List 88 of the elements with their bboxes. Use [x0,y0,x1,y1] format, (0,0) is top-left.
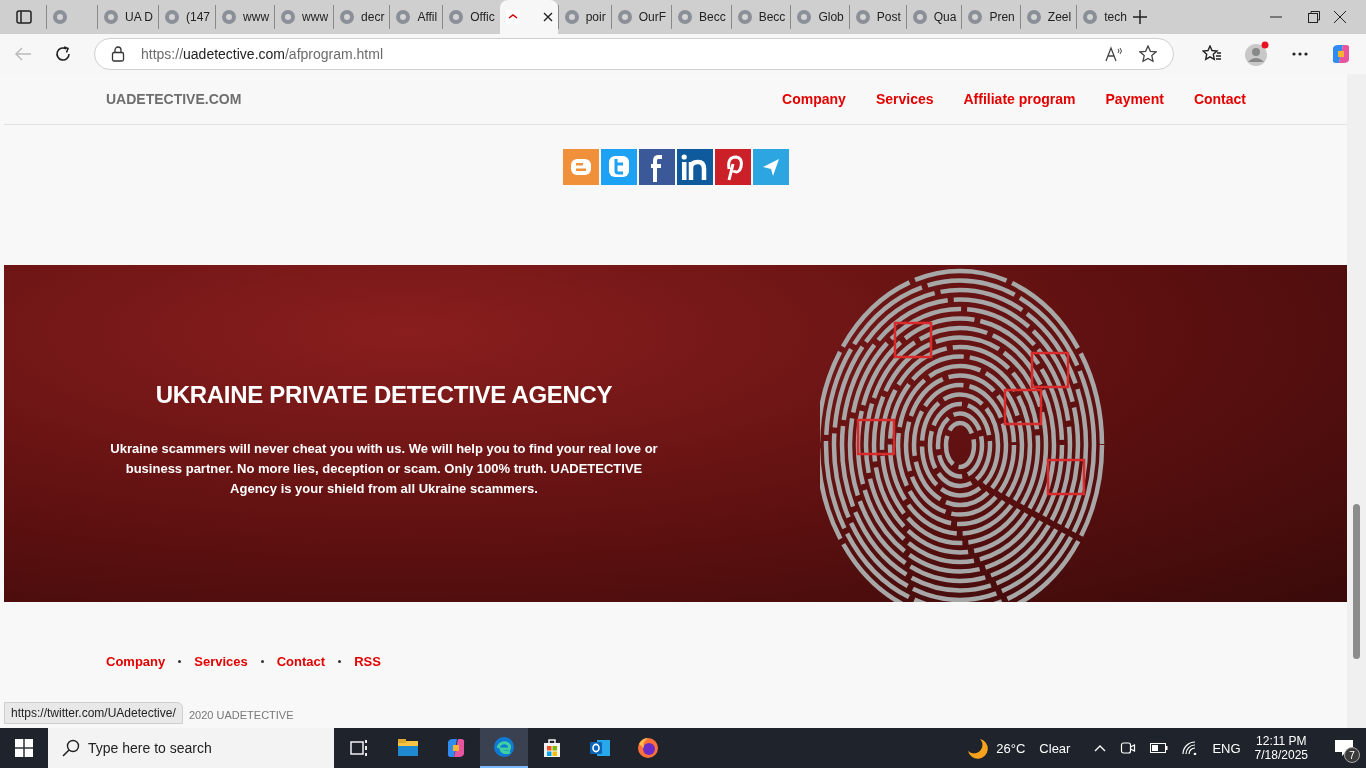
browser-tab[interactable]: Becc [671,5,731,29]
browser-tab[interactable]: Zeel [1019,5,1077,29]
temperature-text[interactable]: 26°C [996,740,1026,756]
nav-link[interactable]: Contact [1193,91,1246,107]
favicon-icon [339,9,356,25]
windows-start-icon[interactable] [15,739,33,757]
read-aloud-icon[interactable] [1105,46,1123,62]
hero-text: Ukraine scammers will never cheat you with us. We will help you to find your real love or business partner. No more lies, deception or scam. Only 100% truth. UADETECTIVE Agency is your shield from all Ukraine scammers. [109,440,659,498]
task-view-icon[interactable] [350,739,370,757]
battery-icon[interactable] [1150,742,1169,754]
browser-tab[interactable]: Glob [790,5,849,29]
favicon-icon [448,9,465,25]
favicon-icon [1082,9,1099,25]
status-url-tooltip: https://twitter.com/UAdetective/ [4,702,183,724]
search-icon [62,739,80,757]
more-icon[interactable] [1292,52,1308,56]
browser-tab[interactable]: Pren [961,5,1020,29]
lock-icon [111,46,125,62]
nav-link[interactable]: Payment [1105,91,1164,107]
browser-tab[interactable]: www [215,5,275,29]
favicon-icon [854,9,871,25]
nav-link[interactable]: Affiliate program [963,91,1076,107]
clock-time[interactable]: 12:11 PM [1256,734,1307,748]
favicon-icon [911,9,928,25]
favicon-icon [164,9,180,25]
browser-tab[interactable]: OurF [610,5,671,29]
facebook-icon[interactable] [638,149,675,185]
favicon-icon [677,9,693,25]
language-indicator[interactable]: ENG [1212,740,1241,756]
browser-tab[interactable]: tech [1076,5,1132,29]
new-tab-icon[interactable] [1131,9,1148,25]
favicon-icon [967,9,984,25]
taskbar-search-field[interactable]: Type here to search [48,728,334,768]
browser-tab[interactable]: www [274,5,334,29]
browser-tab[interactable]: Becc [730,5,791,29]
hero-title: UKRAINE PRIVATE DETECTIVE AGENCY [155,381,613,409]
close-icon[interactable] [1334,11,1346,23]
favicon-icon [221,9,238,25]
footer-link[interactable]: RSS [354,654,381,669]
refresh-icon[interactable] [54,45,72,63]
nav-link[interactable]: Company [782,91,846,107]
profile-avatar-icon[interactable] [1244,41,1270,67]
nav-link[interactable]: Services [875,91,934,107]
scrollbar[interactable] [1347,74,1366,728]
favicon-icon [395,9,412,25]
firefox-icon [636,736,660,760]
browser-tab[interactable]: Post [848,5,906,29]
favicon-icon [103,9,119,25]
copyright-text: 2020 UADETECTIVE [189,709,295,721]
edge-browser-icon [492,735,516,759]
favicon-icon [796,9,813,25]
clock-date[interactable]: 7/18/2025 [1254,748,1308,762]
favicon-icon [616,9,633,25]
favicon-icon [1025,9,1042,25]
favicon-icon [563,9,580,25]
telegram-icon[interactable] [752,149,789,185]
browser-tab[interactable]: Offic [442,5,500,29]
favorite-star-icon[interactable] [1139,45,1157,63]
chevron-up-icon[interactable] [1094,744,1107,752]
camera-icon[interactable] [1120,740,1137,756]
footer-link[interactable]: Contact [276,654,326,669]
notification-count-badge: 7 [1344,747,1360,763]
favicon-icon [280,9,297,25]
wifi-icon[interactable] [1182,741,1199,755]
footer-link[interactable]: Company [106,654,166,669]
browser-tab[interactable]: Affil [389,5,443,29]
footer-link[interactable]: Services [194,654,248,669]
favorites-icon[interactable] [1202,45,1222,63]
linkedin-icon[interactable] [676,149,713,185]
browser-tab[interactable]: UA D [97,5,158,29]
restore-icon[interactable] [1308,11,1320,23]
copilot-icon[interactable] [1330,43,1352,65]
pinterest-icon[interactable] [714,149,751,185]
moon-icon[interactable] [966,737,989,759]
browser-tab[interactable]: Qua [905,5,962,29]
favicon-icon [504,9,521,25]
favicon-icon [52,9,68,25]
site-logo[interactable]: UADETECTIVE.COM [106,91,242,107]
address-bar[interactable]: https://uadetective.com/afprogram.html [94,38,1174,70]
browser-tab[interactable]: poir [557,5,611,29]
browser-tab[interactable]: decr [333,5,390,29]
browser-tab[interactable]: (147 [158,5,216,29]
url-text: https://uadetective.com/afprogram.html [141,46,384,62]
favicon-icon [736,9,753,25]
close-icon[interactable] [542,12,553,22]
twitter-icon[interactable] [600,149,637,185]
tab-actions-icon[interactable] [16,9,32,25]
weather-text[interactable]: Clear [1039,740,1071,756]
